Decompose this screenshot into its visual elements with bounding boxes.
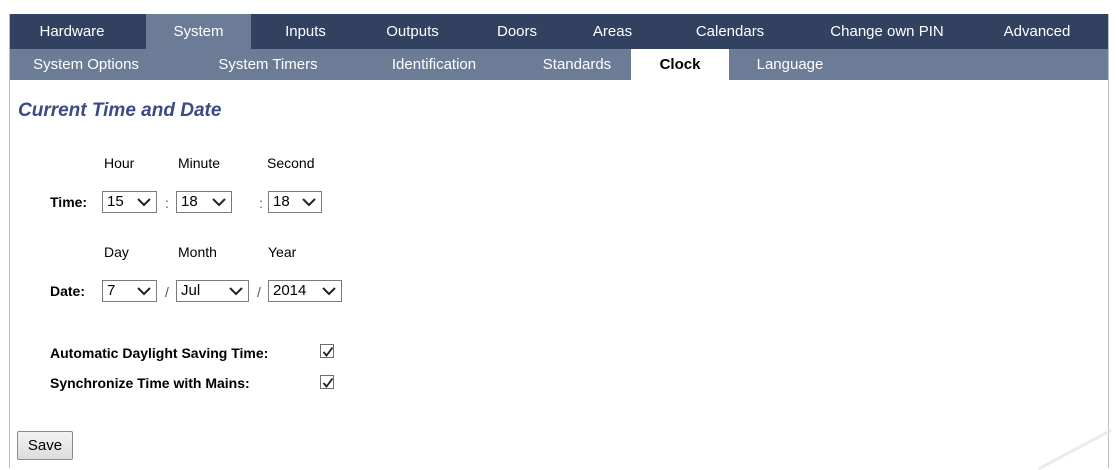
chevron-down-icon [322, 287, 336, 296]
tab-hardware[interactable]: Hardware [10, 14, 134, 49]
hour-value: 15 [107, 193, 124, 210]
tab-doors[interactable]: Doors [472, 14, 562, 49]
year-label: Year [268, 244, 297, 260]
dst-checkbox[interactable] [320, 344, 334, 358]
day-label: Day [104, 244, 129, 260]
tab-system[interactable]: System [146, 14, 251, 49]
tab-areas[interactable]: Areas [570, 14, 655, 49]
chevron-down-icon [137, 198, 151, 207]
tab-calendars[interactable]: Calendars [670, 14, 790, 49]
second-value: 18 [273, 193, 290, 210]
month-select[interactable]: Jul [176, 280, 249, 302]
minute-select[interactable]: 18 [176, 191, 232, 213]
date-separator: / [165, 284, 169, 300]
date-separator: / [257, 284, 261, 300]
tab-change-own-pin[interactable]: Change own PIN [802, 14, 972, 49]
subtab-system-options[interactable]: System Options [10, 49, 162, 80]
page-title: Current Time and Date [18, 100, 222, 121]
subtab-standards[interactable]: Standards [522, 49, 632, 80]
time-label: Time: [50, 194, 88, 210]
save-button[interactable]: Save [17, 431, 73, 460]
subtab-system-timers[interactable]: System Timers [198, 49, 338, 80]
sync-label: Synchronize Time with Mains: [50, 375, 250, 391]
chevron-down-icon [212, 198, 226, 207]
hour-label: Hour [104, 155, 135, 171]
day-select[interactable]: 7 [102, 280, 157, 302]
year-select[interactable]: 2014 [268, 280, 342, 302]
chevron-down-icon [302, 198, 316, 207]
time-separator: : [165, 195, 169, 211]
chevron-down-icon [137, 287, 151, 296]
hour-select[interactable]: 15 [102, 191, 157, 213]
subtab-language[interactable]: Language [740, 49, 840, 80]
month-label: Month [178, 244, 217, 260]
dst-label: Automatic Daylight Saving Time: [50, 345, 269, 361]
month-value: Jul [181, 282, 201, 299]
secondary-nav: System Options System Timers Identificat… [10, 49, 1108, 80]
second-label: Second [267, 155, 315, 171]
minute-value: 18 [181, 193, 198, 210]
primary-nav: Hardware System Inputs Outputs Doors Are… [10, 14, 1108, 49]
second-select[interactable]: 18 [268, 191, 322, 213]
year-value: 2014 [273, 282, 307, 299]
day-value: 7 [107, 282, 116, 299]
tab-outputs[interactable]: Outputs [360, 14, 465, 49]
subtab-identification[interactable]: Identification [364, 49, 504, 80]
time-separator: : [259, 195, 263, 211]
checkmark-icon [322, 346, 334, 357]
checkmark-icon [322, 377, 334, 388]
tab-inputs[interactable]: Inputs [258, 14, 353, 49]
tab-advanced[interactable]: Advanced [982, 14, 1092, 49]
app-frame: Hardware System Inputs Outputs Doors Are… [9, 14, 1109, 468]
chevron-down-icon [229, 287, 243, 296]
subtab-clock[interactable]: Clock [631, 49, 729, 80]
sync-checkbox[interactable] [320, 375, 334, 389]
date-label: Date: [50, 283, 86, 299]
minute-label: Minute [178, 155, 221, 171]
